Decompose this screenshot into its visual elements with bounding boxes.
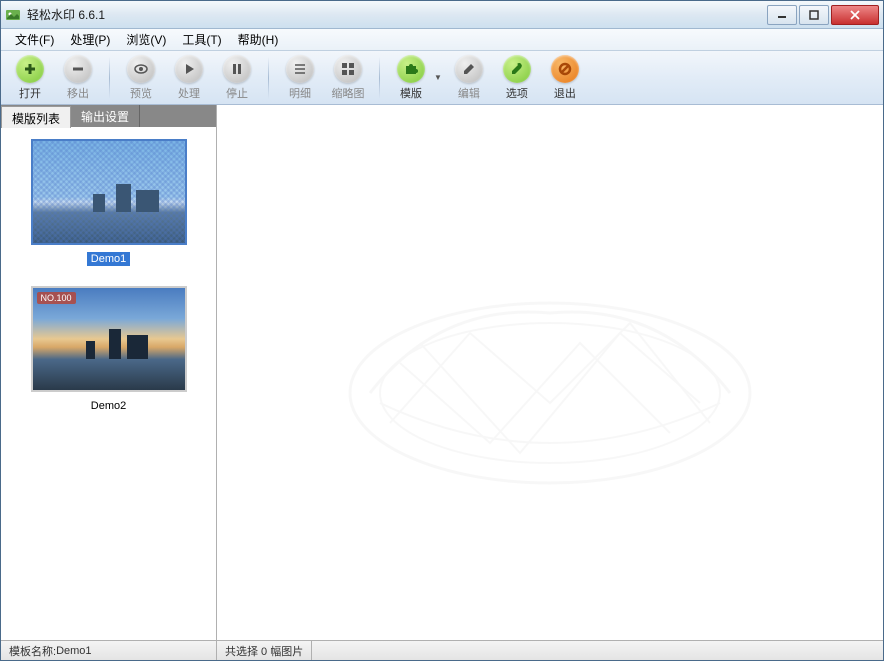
template-label: Demo2 <box>91 400 126 412</box>
window-title: 轻松水印 6.6.1 <box>27 6 765 23</box>
menu-browse[interactable]: 浏览(V) <box>118 29 174 50</box>
exit-icon <box>551 55 579 83</box>
menu-tools[interactable]: 工具(T) <box>174 29 229 50</box>
wrench-icon <box>503 55 531 83</box>
play-icon <box>175 55 203 83</box>
open-button[interactable]: 打开 <box>9 53 51 103</box>
list-icon <box>286 55 314 83</box>
template-item[interactable]: Demo1 <box>13 139 204 266</box>
tab-templates[interactable]: 模版列表 <box>1 106 71 128</box>
detail-button[interactable]: 明细 <box>279 53 321 103</box>
menu-file[interactable]: 文件(F) <box>7 29 62 50</box>
options-button[interactable]: 选项 <box>496 53 538 103</box>
edit-button[interactable]: 编辑 <box>448 53 490 103</box>
preview-area <box>217 105 883 640</box>
app-window: 轻松水印 6.6.1 文件(F) 处理(P) 浏览(V) 工具(T) 帮助(H)… <box>0 0 884 661</box>
chevron-down-icon[interactable]: ▼ <box>434 73 442 82</box>
status-selection: 共选择 0 幅图片 <box>217 641 312 660</box>
window-controls <box>765 5 879 25</box>
pause-icon <box>223 55 251 83</box>
close-button[interactable] <box>831 5 879 25</box>
eye-icon <box>127 55 155 83</box>
template-thumbnail <box>31 139 187 245</box>
minus-icon <box>64 55 92 83</box>
template-list: Demo1 NO.100 Demo2 <box>1 127 216 640</box>
separator <box>268 57 269 99</box>
menu-process[interactable]: 处理(P) <box>62 29 118 50</box>
grid-icon <box>334 55 362 83</box>
badge: NO.100 <box>37 292 76 304</box>
sidebar-tabs: 模版列表 输出设置 <box>1 105 216 127</box>
maximize-button[interactable] <box>799 5 829 25</box>
menubar: 文件(F) 处理(P) 浏览(V) 工具(T) 帮助(H) <box>1 29 883 51</box>
menu-help[interactable]: 帮助(H) <box>230 29 287 50</box>
template-button[interactable]: 模版 <box>390 53 432 103</box>
sidebar: 模版列表 输出设置 Demo1 <box>1 105 217 640</box>
remove-button[interactable]: 移出 <box>57 53 99 103</box>
process-button[interactable]: 处理 <box>168 53 210 103</box>
background-watermark <box>217 105 883 640</box>
separator <box>379 57 380 99</box>
titlebar: 轻松水印 6.6.1 <box>1 1 883 29</box>
template-item[interactable]: NO.100 Demo2 <box>13 286 204 412</box>
toolbar: 打开 移出 预览 处理 停止 明细 缩略图 <box>1 51 883 105</box>
minimize-button[interactable] <box>767 5 797 25</box>
main-area: 模版列表 输出设置 Demo1 <box>1 105 883 640</box>
status-template: 模板名称:Demo1 <box>1 641 217 660</box>
tab-output[interactable]: 输出设置 <box>71 105 140 127</box>
puzzle-icon <box>397 55 425 83</box>
template-label: Demo1 <box>87 252 130 266</box>
statusbar: 模板名称:Demo1 共选择 0 幅图片 <box>1 640 883 660</box>
template-thumbnail: NO.100 <box>31 286 187 392</box>
separator <box>109 57 110 99</box>
pencil-icon <box>455 55 483 83</box>
thumbnail-button[interactable]: 缩略图 <box>327 53 369 103</box>
exit-button[interactable]: 退出 <box>544 53 586 103</box>
preview-button[interactable]: 预览 <box>120 53 162 103</box>
stop-button[interactable]: 停止 <box>216 53 258 103</box>
plus-icon <box>16 55 44 83</box>
app-icon <box>5 7 21 23</box>
